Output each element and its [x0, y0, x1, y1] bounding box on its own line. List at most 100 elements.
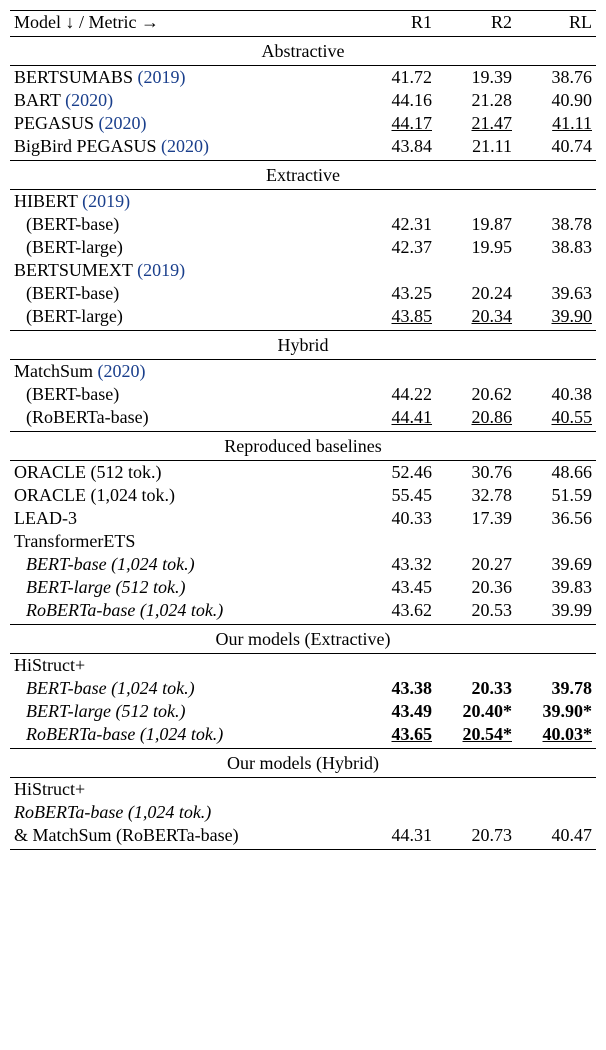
section-our-extractive: Our models (Extractive) — [10, 625, 596, 654]
model-variant: (BERT-large) — [10, 305, 356, 331]
r2: 30.76 — [436, 461, 516, 485]
table-row: (BERT-base) 43.25 20.24 39.63 — [10, 282, 596, 305]
cite-link[interactable]: (2020) — [99, 113, 147, 133]
r1: 43.62 — [356, 599, 436, 625]
rl: 36.56 — [516, 507, 596, 530]
r2: 20.34 — [472, 306, 513, 326]
table-row: LEAD-3 40.33 17.39 36.56 — [10, 507, 596, 530]
model-variant: BERT-base (1,024 tok.) — [10, 553, 356, 576]
r1: 43.49 — [356, 700, 436, 723]
rl: 39.83 — [516, 576, 596, 599]
section-reproduced: Reproduced baselines — [10, 432, 596, 461]
table-row: (BERT-large) 42.37 19.95 38.83 — [10, 236, 596, 259]
table-row: BERT-base (1,024 tok.) 43.32 20.27 39.69 — [10, 553, 596, 576]
model-name: HIBERT — [14, 191, 78, 211]
r2: 19.39 — [436, 66, 516, 90]
rl: 39.90* — [516, 700, 596, 723]
table-row: & MatchSum (RoBERTa-base) 44.31 20.73 40… — [10, 824, 596, 850]
r2: 20.27 — [436, 553, 516, 576]
r2: 21.11 — [436, 135, 516, 161]
r1: 43.84 — [356, 135, 436, 161]
rl: 38.76 — [516, 66, 596, 90]
col-r2: R2 — [436, 11, 516, 37]
model-name: BERTSUMEXT — [14, 260, 133, 280]
rl: 40.74 — [516, 135, 596, 161]
r1: 52.46 — [356, 461, 436, 485]
rl: 48.66 — [516, 461, 596, 485]
cite-link[interactable]: (2020) — [161, 136, 209, 156]
section-abstractive: Abstractive — [10, 37, 596, 66]
r1: 43.85 — [392, 306, 433, 326]
model-name: ORACLE (1,024 tok.) — [10, 484, 356, 507]
r2: 20.62 — [436, 383, 516, 406]
section-hybrid: Hybrid — [10, 331, 596, 360]
model-name: HiStruct+ — [10, 778, 356, 802]
r1: 44.31 — [356, 824, 436, 850]
r2: 19.95 — [436, 236, 516, 259]
r2: 21.47 — [472, 113, 513, 133]
table-row: MatchSum (2020) — [10, 360, 596, 384]
table-row: RoBERTa-base (1,024 tok.) 43.65 20.54* 4… — [10, 723, 596, 749]
col-r1: R1 — [356, 11, 436, 37]
r1: 44.41 — [392, 407, 433, 427]
model-variant: (RoBERTa-base) — [10, 406, 356, 432]
model-name: BERTSUMABS — [14, 67, 133, 87]
model-name: LEAD-3 — [10, 507, 356, 530]
col-model: Model ↓ / Metric → — [10, 11, 356, 37]
section-our-hybrid: Our models (Hybrid) — [10, 749, 596, 778]
rl: 40.47 — [516, 824, 596, 850]
r2: 20.24 — [436, 282, 516, 305]
r2: 32.78 — [436, 484, 516, 507]
model-variant: RoBERTa-base (1,024 tok.) — [10, 599, 356, 625]
r1: 44.16 — [356, 89, 436, 112]
rl: 39.69 — [516, 553, 596, 576]
model-variant: RoBERTa-base (1,024 tok.) — [10, 801, 356, 824]
r1: 44.17 — [392, 113, 433, 133]
table-row: HiStruct+ — [10, 778, 596, 802]
r1: 55.45 — [356, 484, 436, 507]
rl: 40.90 — [516, 89, 596, 112]
model-variant: (BERT-base) — [10, 383, 356, 406]
r2: 20.40* — [436, 700, 516, 723]
r1: 41.72 — [356, 66, 436, 90]
r2: 20.53 — [436, 599, 516, 625]
table-row: BigBird PEGASUS (2020) 43.84 21.11 40.74 — [10, 135, 596, 161]
model-variant: & MatchSum (RoBERTa-base) — [10, 824, 356, 850]
r1: 43.45 — [356, 576, 436, 599]
model-variant: (BERT-base) — [10, 282, 356, 305]
cite-link[interactable]: (2019) — [137, 260, 185, 280]
model-name: BART — [14, 90, 61, 110]
results-table: Model ↓ / Metric → R1 R2 RL Abstractive … — [10, 10, 596, 850]
r2: 20.36 — [436, 576, 516, 599]
model-name: TransformerETS — [10, 530, 356, 553]
r1: 40.33 — [356, 507, 436, 530]
model-variant: BERT-large (512 tok.) — [10, 576, 356, 599]
cite-link[interactable]: (2019) — [82, 191, 130, 211]
table-row: BART (2020) 44.16 21.28 40.90 — [10, 89, 596, 112]
table-row: RoBERTa-base (1,024 tok.) 43.62 20.53 39… — [10, 599, 596, 625]
rl: 40.55 — [552, 407, 593, 427]
table-row: (BERT-base) 42.31 19.87 38.78 — [10, 213, 596, 236]
model-name: PEGASUS — [14, 113, 94, 133]
cite-link[interactable]: (2019) — [137, 67, 185, 87]
model-variant: BERT-base (1,024 tok.) — [10, 677, 356, 700]
model-name: HiStruct+ — [10, 654, 356, 678]
r1: 44.22 — [356, 383, 436, 406]
rl: 41.11 — [552, 113, 592, 133]
table-row: (RoBERTa-base) 44.41 20.86 40.55 — [10, 406, 596, 432]
rl: 51.59 — [516, 484, 596, 507]
r1: 43.25 — [356, 282, 436, 305]
rl: 39.78 — [516, 677, 596, 700]
rl: 40.03* — [543, 724, 593, 744]
model-variant: RoBERTa-base (1,024 tok.) — [10, 723, 356, 749]
r2: 20.73 — [436, 824, 516, 850]
rl: 38.78 — [516, 213, 596, 236]
table-row: BERT-base (1,024 tok.) 43.38 20.33 39.78 — [10, 677, 596, 700]
cite-link[interactable]: (2020) — [98, 361, 146, 381]
model-name: MatchSum — [14, 361, 93, 381]
rl: 39.99 — [516, 599, 596, 625]
r1: 43.65 — [392, 724, 433, 744]
r1: 42.37 — [356, 236, 436, 259]
cite-link[interactable]: (2020) — [65, 90, 113, 110]
table-row: ORACLE (512 tok.) 52.46 30.76 48.66 — [10, 461, 596, 485]
